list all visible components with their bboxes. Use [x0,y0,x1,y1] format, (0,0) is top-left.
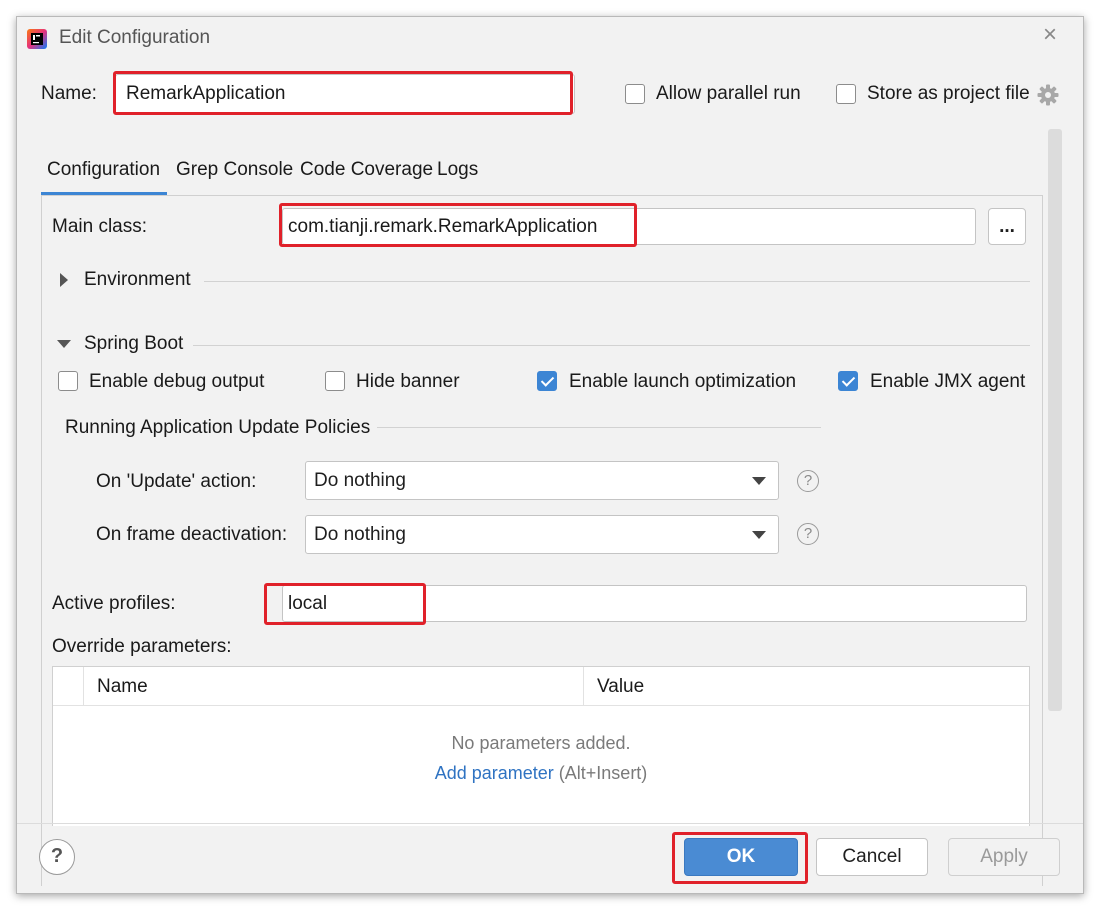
add-parameter-link[interactable]: Add parameter [435,763,554,783]
allow-parallel-run-label: Allow parallel run [656,83,801,104]
on-update-value: Do nothing [314,469,406,491]
column-header-value[interactable]: Value [597,676,644,698]
on-frame-deactivation-label: On frame deactivation: [96,524,288,545]
edit-configuration-dialog: Edit Configuration × Name: RemarkApplica… [16,16,1084,894]
footer-divider [17,823,1083,824]
add-parameter-shortcut: (Alt+Insert) [558,763,648,783]
add-parameter-row: Add parameter (Alt+Insert) [53,763,1029,784]
intellij-app-icon [26,28,48,50]
cancel-button[interactable]: Cancel [816,838,928,876]
dialog-title: Edit Configuration [59,27,211,48]
spring-boot-section-label[interactable]: Spring Boot [84,333,183,355]
empty-table-message: No parameters added. [451,733,631,753]
override-parameters-label: Override parameters: [52,636,232,657]
on-update-select[interactable]: Do nothing [305,461,779,500]
enable-debug-output-checkbox[interactable] [58,371,78,391]
on-frame-deactivation-select[interactable]: Do nothing [305,515,779,554]
column-separator [583,667,584,705]
on-frame-deactivation-value: Do nothing [314,523,406,545]
column-separator [83,667,84,705]
spring-boot-separator [193,345,1030,346]
environment-separator [204,281,1030,282]
update-policies-title: Running Application Update Policies [65,417,371,438]
tab-code-coverage[interactable]: Code Coverage [300,159,433,181]
scrollbar-thumb[interactable] [1048,129,1062,711]
enable-launch-optimization-label: Enable launch optimization [569,371,797,392]
allow-parallel-run-checkbox[interactable] [625,84,645,104]
hide-banner-checkbox[interactable] [325,371,345,391]
browse-main-class-button[interactable]: ... [988,208,1026,245]
chevron-down-icon [752,531,766,539]
enable-jmx-agent-label: Enable JMX agent [870,371,1026,392]
store-as-project-file-label: Store as project file [867,83,1030,104]
active-profiles-label: Active profiles: [52,593,176,614]
hide-banner-label: Hide banner [356,371,460,392]
chevron-down-icon [752,477,766,485]
help-icon[interactable]: ? [797,470,819,492]
table-header [53,667,1029,706]
active-profiles-input[interactable]: local [282,585,1027,622]
environment-section-label[interactable]: Environment [84,269,191,291]
tab-grep-console[interactable]: Grep Console [176,159,293,181]
name-input[interactable]: RemarkApplication [115,74,575,114]
help-icon[interactable]: ? [797,523,819,545]
on-update-label: On 'Update' action: [96,471,257,492]
main-class-label: Main class: [52,216,148,237]
main-class-input[interactable]: com.tianji.remark.RemarkApplication [282,208,976,245]
enable-debug-output-label: Enable debug output [89,371,265,392]
collapse-arrow-icon[interactable] [57,340,71,348]
tab-logs[interactable]: Logs [437,159,478,181]
close-icon[interactable]: × [1043,21,1057,49]
name-label: Name: [41,83,97,104]
enable-launch-optimization-checkbox[interactable] [537,371,557,391]
apply-button[interactable]: Apply [948,838,1060,876]
column-header-name[interactable]: Name [97,676,148,698]
gear-icon[interactable] [1037,84,1059,106]
update-policies-separator [377,427,821,428]
override-parameters-table: Name Value No parameters added. Add para… [52,666,1030,826]
expand-arrow-icon[interactable] [60,273,68,287]
tab-configuration[interactable]: Configuration [47,159,160,181]
enable-jmx-agent-checkbox[interactable] [838,371,858,391]
store-as-project-file-checkbox[interactable] [836,84,856,104]
ok-button[interactable]: OK [684,838,798,876]
help-button[interactable]: ? [39,839,75,875]
